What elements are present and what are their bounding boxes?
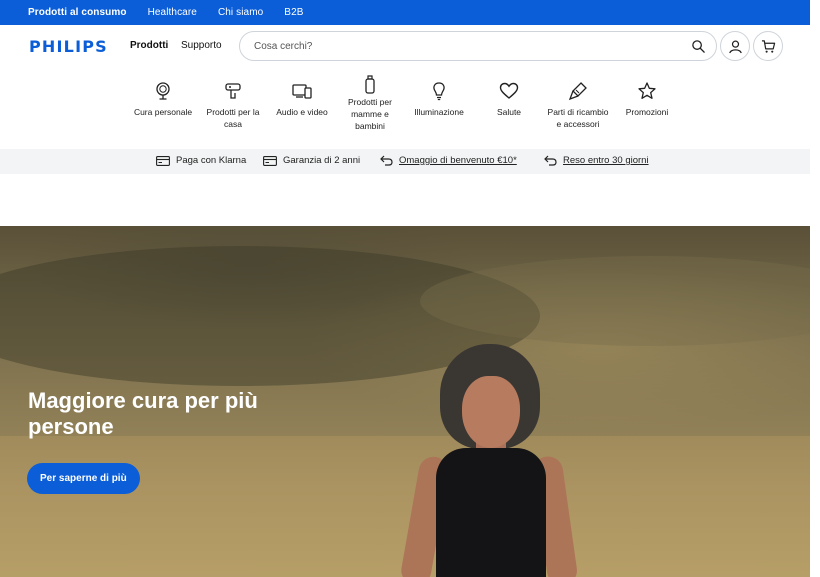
topbar-link-about[interactable]: Chi siamo [218, 7, 263, 18]
user-icon [728, 40, 742, 53]
brush-icon [567, 80, 589, 102]
hero-banner: Maggiore cura per più persone Per sapern… [0, 226, 810, 577]
category-home[interactable]: Prodotti per la casa [202, 72, 264, 130]
category-mother-baby[interactable]: Prodotti per mamme e bambini [342, 72, 398, 132]
card-icon [263, 155, 277, 166]
site-header: PHILIPS Prodotti Supporto [0, 25, 810, 67]
baby-bottle-icon [359, 74, 381, 96]
account-button[interactable] [720, 31, 750, 61]
devices-icon [291, 80, 313, 102]
mirror-icon [152, 80, 174, 102]
topbar-link-consumer[interactable]: Prodotti al consumo [28, 7, 127, 18]
category-label: Parti di ricambio e accessori [547, 107, 609, 129]
category-health[interactable]: Salute [480, 72, 538, 118]
benefits-strip: Paga con Klarna Garanzia di 2 anni Omagg… [0, 149, 810, 174]
search-input[interactable] [254, 40, 674, 52]
star-icon [636, 80, 658, 102]
category-label: Salute [496, 107, 522, 117]
search-icon[interactable] [691, 39, 706, 54]
category-audio-video[interactable]: Audio e video [272, 72, 332, 118]
category-promotions[interactable]: Promozioni [618, 72, 676, 118]
return-arrow-icon [544, 155, 557, 166]
nav-support[interactable]: Supporto [181, 40, 222, 51]
card-icon [156, 155, 170, 166]
benefit-returns[interactable]: Reso entro 30 giorni [544, 155, 649, 166]
benefit-label: Omaggio di benvenuto €10* [399, 155, 517, 166]
benefit-klarna[interactable]: Paga con Klarna [156, 155, 246, 166]
benefit-warranty[interactable]: Garanzia di 2 anni [263, 155, 360, 166]
lightbulb-icon [428, 80, 450, 102]
benefit-label: Paga con Klarna [176, 155, 247, 166]
category-lighting[interactable]: Illuminazione [410, 72, 468, 118]
hero-person-body [436, 448, 546, 577]
category-nav: Cura personale Prodotti per la casa Audi… [128, 72, 688, 148]
category-label: Prodotti per mamme e bambini [348, 97, 392, 131]
hero-title: Maggiore cura per più persone [28, 388, 258, 439]
nav-products[interactable]: Prodotti [130, 40, 168, 51]
return-arrow-icon [380, 155, 393, 166]
category-label: Cura personale [133, 107, 193, 117]
category-label: Illuminazione [414, 107, 464, 117]
hero-person-face [462, 376, 520, 448]
category-personal-care[interactable]: Cura personale [132, 72, 194, 118]
learn-more-button[interactable]: Per saperne di più [27, 463, 140, 494]
benefit-label: Reso entro 30 giorni [563, 155, 649, 166]
category-label: Prodotti per la casa [206, 107, 260, 129]
topbar-link-b2b[interactable]: B2B [284, 7, 303, 18]
category-label: Audio e video [276, 107, 328, 117]
cart-button[interactable] [753, 31, 783, 61]
search-box [239, 31, 717, 61]
cart-icon [761, 39, 775, 53]
iron-icon [222, 80, 244, 102]
category-label: Promozioni [625, 107, 669, 117]
philips-logo[interactable]: PHILIPS [29, 37, 108, 56]
top-bar: Prodotti al consumo Healthcare Chi siamo… [0, 0, 810, 25]
benefit-welcome-gift[interactable]: Omaggio di benvenuto €10* [380, 155, 517, 166]
heart-icon [498, 80, 520, 102]
benefit-label: Garanzia di 2 anni [283, 155, 361, 166]
category-spare-parts[interactable]: Parti di ricambio e accessori [544, 72, 612, 130]
topbar-link-healthcare[interactable]: Healthcare [148, 7, 197, 18]
